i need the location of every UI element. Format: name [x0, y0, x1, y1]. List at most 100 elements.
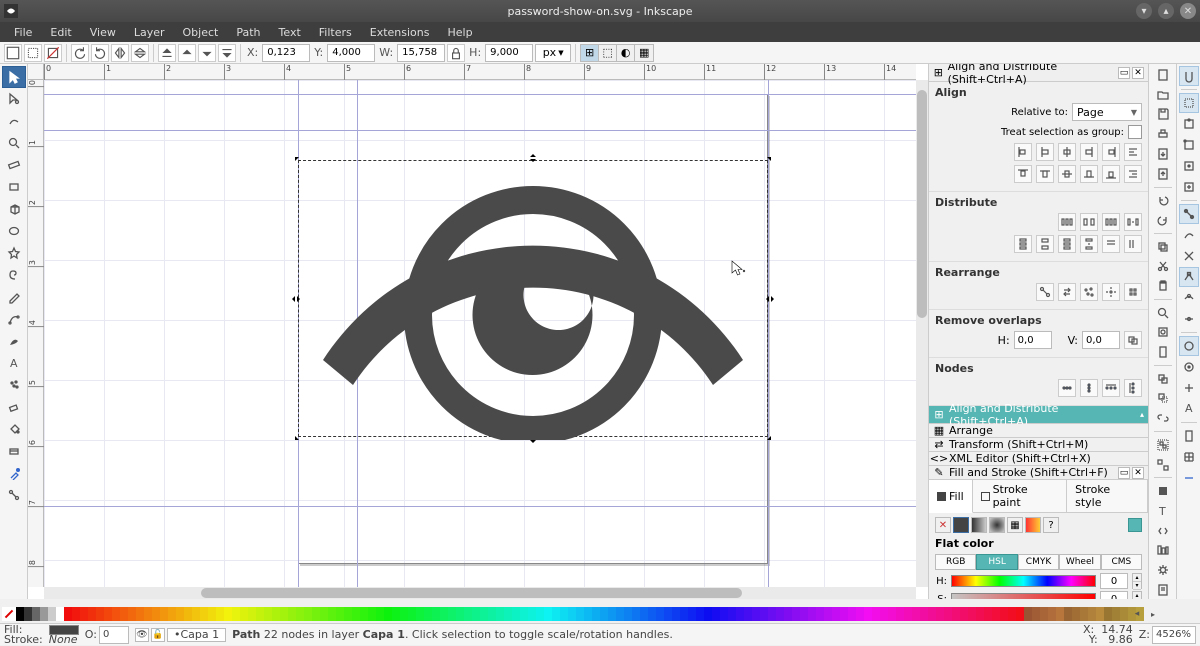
palette-swatch[interactable] — [264, 607, 272, 621]
affect-pattern-icon[interactable]: ▦ — [635, 45, 653, 61]
pattern-icon[interactable]: ▦ — [1007, 517, 1023, 533]
palette-swatch[interactable] — [712, 607, 720, 621]
palette-swatch[interactable] — [80, 607, 88, 621]
palette-swatch[interactable] — [1072, 607, 1080, 621]
palette-swatch[interactable] — [680, 607, 688, 621]
snap-rotation-icon[interactable] — [1179, 378, 1199, 398]
palette-swatch[interactable] — [904, 607, 912, 621]
palette-swatch[interactable] — [64, 607, 72, 621]
palette-swatch[interactable] — [448, 607, 456, 621]
fill-stroke-icon[interactable] — [1152, 482, 1174, 500]
rotate-ccw-icon[interactable] — [71, 44, 89, 62]
palette-scroll-icon[interactable]: ▸ — [1146, 607, 1160, 621]
nodes-dist-h-icon[interactable] — [1102, 379, 1120, 397]
fill-stroke-header[interactable]: ✎ Fill and Stroke (Shift+Ctrl+F) ▭✕ — [929, 466, 1148, 480]
palette-swatch[interactable] — [232, 607, 240, 621]
palette-swatch[interactable] — [528, 607, 536, 621]
palette-swatch[interactable] — [920, 607, 928, 621]
palette-swatch[interactable] — [888, 607, 896, 621]
palette-swatch[interactable] — [88, 607, 96, 621]
palette-swatch[interactable] — [136, 607, 144, 621]
panel-arrange[interactable]: ▦Arrange — [929, 424, 1148, 438]
palette-swatch[interactable] — [1056, 607, 1064, 621]
palette-swatch[interactable] — [944, 607, 952, 621]
snap-others-icon[interactable] — [1179, 336, 1199, 356]
ruler-vertical[interactable]: 012345678 — [28, 80, 44, 587]
palette-swatch[interactable] — [352, 607, 360, 621]
affect-corners-icon[interactable]: ⬚ — [599, 45, 617, 61]
palette-swatch[interactable] — [1104, 607, 1112, 621]
document-props-icon[interactable] — [1152, 581, 1174, 599]
palette-swatch[interactable] — [872, 607, 880, 621]
s-spinner[interactable]: ▴▾ — [1132, 591, 1142, 599]
y-input[interactable]: 4,000 — [327, 44, 375, 62]
palette-swatch[interactable] — [160, 607, 168, 621]
palette-swatch[interactable] — [608, 607, 616, 621]
palette-swatch[interactable] — [336, 607, 344, 621]
tweak-tool[interactable] — [2, 110, 26, 132]
align-text-baseline-icon[interactable] — [1124, 165, 1142, 183]
import-icon[interactable] — [1152, 145, 1174, 163]
palette-swatch[interactable] — [424, 607, 432, 621]
3dbox-tool[interactable] — [2, 198, 26, 220]
palette-swatch[interactable] — [576, 607, 584, 621]
duplicate-icon[interactable] — [1152, 370, 1174, 388]
hsl-tab[interactable]: HSL — [976, 554, 1017, 570]
palette-menu-icon[interactable]: ◂ — [1130, 607, 1144, 621]
palette-swatch[interactable] — [248, 607, 256, 621]
preferences-icon[interactable] — [1152, 561, 1174, 579]
zoom-page-icon[interactable] — [1152, 343, 1174, 361]
no-paint-icon[interactable]: ✕ — [935, 517, 951, 533]
flat-color-icon[interactable] — [953, 517, 969, 533]
dist-text-h-icon[interactable] — [1102, 235, 1120, 253]
fill-rule-icon[interactable] — [1128, 518, 1142, 532]
dist-text-v-icon[interactable] — [1124, 235, 1142, 253]
rotate-cw-icon[interactable] — [91, 44, 109, 62]
raise-icon[interactable] — [178, 44, 196, 62]
palette-swatch[interactable] — [792, 607, 800, 621]
snap-grid-icon[interactable] — [1179, 447, 1199, 467]
palette-swatch[interactable] — [1088, 607, 1096, 621]
palette-swatch[interactable] — [440, 607, 448, 621]
palette-swatch[interactable] — [752, 607, 760, 621]
palette-swatch[interactable] — [256, 607, 264, 621]
lower-bottom-icon[interactable] — [218, 44, 236, 62]
paste-icon[interactable] — [1152, 277, 1174, 295]
palette-swatch[interactable] — [1096, 607, 1104, 621]
palette-swatch[interactable] — [952, 607, 960, 621]
align-bottom-edge-out-icon[interactable] — [1102, 165, 1120, 183]
connector-tool[interactable] — [2, 484, 26, 506]
dropper-tool[interactable] — [2, 462, 26, 484]
palette-swatch[interactable] — [120, 607, 128, 621]
palette-swatch[interactable] — [512, 607, 520, 621]
stroke-paint-tab[interactable]: Stroke paint — [973, 480, 1067, 512]
align-bottom-icon[interactable] — [1080, 165, 1098, 183]
zoom-tool[interactable] — [2, 132, 26, 154]
select-all-layers-icon[interactable] — [4, 44, 22, 62]
pencil-tool[interactable] — [2, 286, 26, 308]
snap-bbox-corner-icon[interactable] — [1179, 135, 1199, 155]
palette-swatch[interactable] — [968, 607, 976, 621]
palette-swatch[interactable] — [1032, 607, 1040, 621]
palette-swatch[interactable] — [584, 607, 592, 621]
palette-swatch[interactable] — [384, 607, 392, 621]
nodes-dist-v-icon[interactable] — [1124, 379, 1142, 397]
dist-right-icon[interactable] — [1102, 213, 1120, 231]
palette-swatch[interactable] — [1048, 607, 1056, 621]
dist-center-h-icon[interactable] — [1080, 213, 1098, 231]
snap-page-icon[interactable] — [1179, 426, 1199, 446]
palette-swatch[interactable] — [720, 607, 728, 621]
palette-swatch[interactable] — [112, 607, 120, 621]
snap-bbox-icon[interactable] — [1179, 93, 1199, 113]
minimize-button[interactable]: ▾ — [1136, 3, 1152, 19]
h-slider[interactable] — [951, 575, 1096, 587]
palette-swatch[interactable] — [48, 607, 56, 621]
palette-swatch[interactable] — [1040, 607, 1048, 621]
palette-swatch[interactable] — [224, 607, 232, 621]
palette-swatch[interactable] — [360, 607, 368, 621]
print-icon[interactable] — [1152, 125, 1174, 143]
palette-swatch[interactable] — [72, 607, 80, 621]
rearrange-graph-icon[interactable] — [1036, 283, 1054, 301]
palette-swatch[interactable] — [56, 607, 64, 621]
palette-swatch[interactable] — [928, 607, 936, 621]
